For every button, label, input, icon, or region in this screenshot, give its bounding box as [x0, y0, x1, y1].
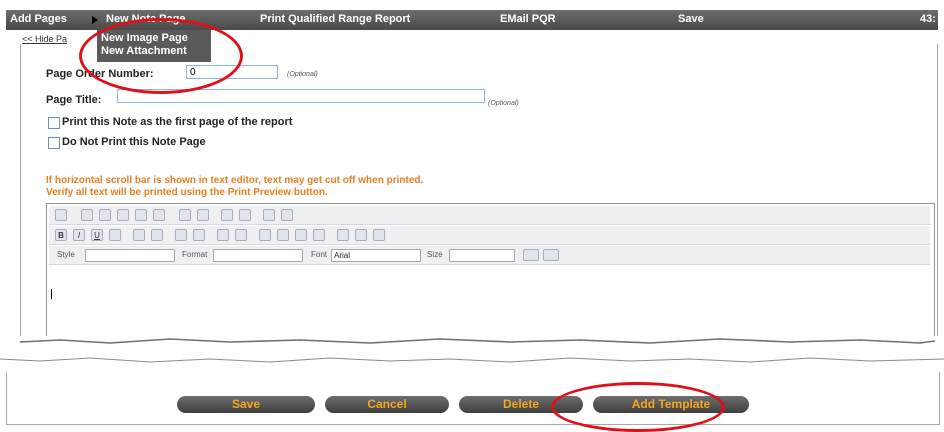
- menu-right-truncated: 43:: [920, 13, 936, 25]
- size-label: Size: [427, 250, 443, 259]
- outdent-icon[interactable]: [217, 229, 229, 241]
- page-title-optional-hint: (Optional): [488, 100, 519, 107]
- background-color-icon[interactable]: [543, 249, 559, 261]
- editor-caret: [51, 289, 52, 299]
- editor-toolbar-row-1: [49, 206, 930, 225]
- copy-icon[interactable]: [99, 209, 111, 221]
- font-label: Font: [311, 250, 328, 259]
- highlight-ring-dropdown: [79, 18, 243, 94]
- bulleted-list-icon[interactable]: [193, 229, 205, 241]
- redo-icon[interactable]: [197, 209, 209, 221]
- align-center-icon[interactable]: [277, 229, 289, 241]
- table-icon[interactable]: [373, 229, 385, 241]
- paste-text-icon[interactable]: [135, 209, 147, 221]
- indent-icon[interactable]: [235, 229, 247, 241]
- image-icon[interactable]: [355, 229, 367, 241]
- link-icon[interactable]: [337, 229, 349, 241]
- text-color-icon[interactable]: [523, 249, 539, 261]
- page-order-optional-hint: (Optional): [287, 71, 318, 78]
- menu-print-report[interactable]: Print Qualified Range Report: [260, 13, 410, 25]
- strikethrough-icon[interactable]: [109, 229, 121, 241]
- warning-line-1: If horizontal scroll bar is shown in tex…: [46, 175, 424, 186]
- do-not-print-checkbox[interactable]: [48, 137, 60, 149]
- numbered-list-icon[interactable]: [175, 229, 187, 241]
- save-button[interactable]: Save: [177, 396, 315, 413]
- align-justify-icon[interactable]: [313, 229, 325, 241]
- do-not-print-label: Do Not Print this Note Page: [62, 136, 206, 148]
- hide-panel-link[interactable]: << Hide Pa: [22, 34, 67, 44]
- remove-format-icon[interactable]: [281, 209, 293, 221]
- cut-icon[interactable]: [81, 209, 93, 221]
- cancel-button[interactable]: Cancel: [325, 396, 449, 413]
- editor-toolbar-row-3: Style Format Font Arial Size: [49, 246, 930, 265]
- warning-line-2: Verify all text will be printed using th…: [46, 187, 328, 198]
- subscript-icon[interactable]: [133, 229, 145, 241]
- bold-icon[interactable]: B: [55, 229, 67, 241]
- menu-arrow-icon: [92, 16, 98, 24]
- underline-icon[interactable]: U: [91, 229, 103, 241]
- rich-text-editor[interactable]: B I U Style Format Font Arial Size: [46, 203, 935, 337]
- select-all-icon[interactable]: [263, 209, 275, 221]
- replace-icon[interactable]: [239, 209, 251, 221]
- superscript-icon[interactable]: [151, 229, 163, 241]
- editor-toolbar-row-2: B I U: [49, 226, 930, 245]
- menu-save[interactable]: Save: [678, 13, 704, 25]
- font-select[interactable]: Arial: [331, 249, 421, 262]
- undo-icon[interactable]: [179, 209, 191, 221]
- style-select[interactable]: [85, 249, 175, 262]
- torn-edge-divider: [0, 336, 944, 376]
- page-title-label: Page Title:: [46, 94, 102, 106]
- menu-add-pages[interactable]: Add Pages: [10, 13, 67, 25]
- highlight-ring-add-template: [551, 382, 725, 432]
- format-select[interactable]: [213, 249, 303, 262]
- paste-word-icon[interactable]: [153, 209, 165, 221]
- size-select[interactable]: [449, 249, 515, 262]
- align-left-icon[interactable]: [259, 229, 271, 241]
- menu-email-pqr[interactable]: EMail PQR: [500, 13, 556, 25]
- find-icon[interactable]: [221, 209, 233, 221]
- align-right-icon[interactable]: [295, 229, 307, 241]
- first-page-label: Print this Note as the first page of the…: [62, 116, 293, 128]
- style-label: Style: [57, 250, 75, 259]
- format-label: Format: [182, 250, 208, 259]
- paste-icon[interactable]: [117, 209, 129, 221]
- italic-icon[interactable]: I: [73, 229, 85, 241]
- preview-icon[interactable]: [55, 209, 67, 221]
- first-page-checkbox[interactable]: [48, 117, 60, 129]
